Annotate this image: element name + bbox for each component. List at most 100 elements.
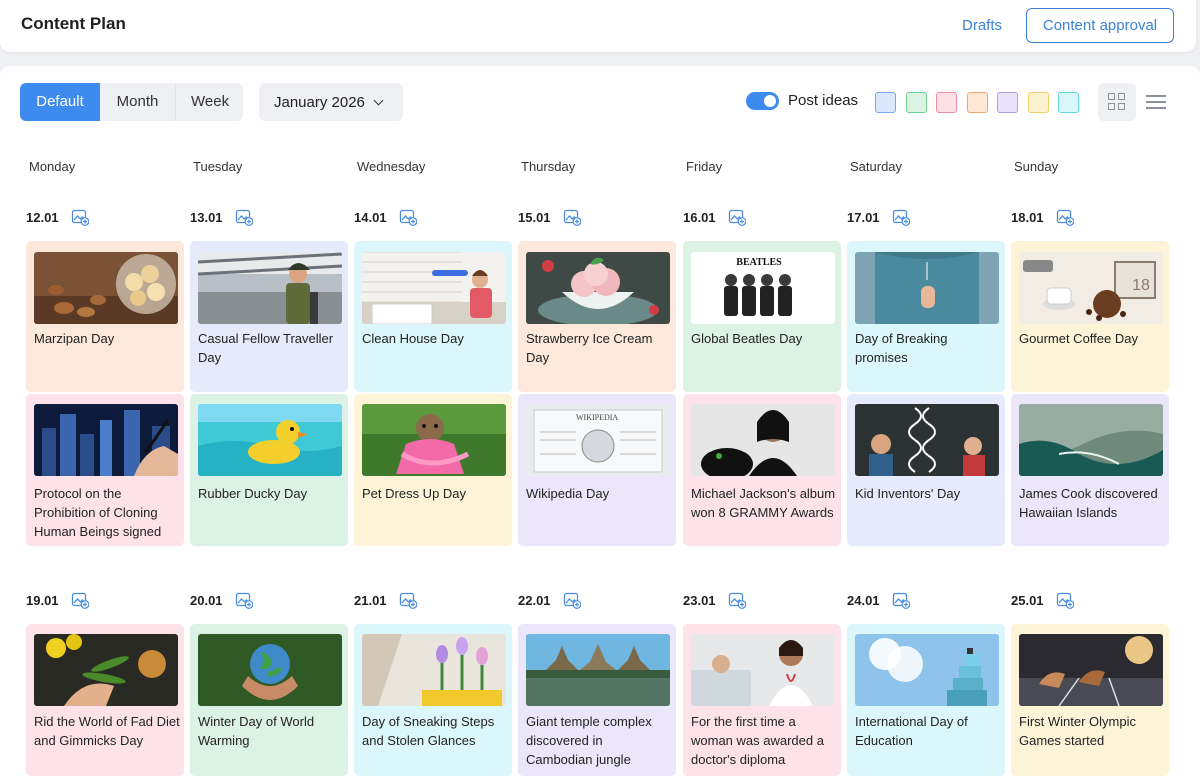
view-week-button[interactable]: Week xyxy=(176,83,243,121)
add-post-image-icon[interactable] xyxy=(399,591,418,609)
dressed-dog-photo xyxy=(362,404,506,476)
color-filter-swatch[interactable] xyxy=(1058,92,1079,113)
view-default-button[interactable]: Default xyxy=(20,83,100,121)
post-idea-card[interactable]: First Winter Olympic Games started xyxy=(1011,624,1169,776)
svg-text:WIKIPEDIA: WIKIPEDIA xyxy=(576,413,618,422)
marzipan-photo xyxy=(34,252,178,324)
post-idea-card[interactable]: Strawberry Ice Cream Day xyxy=(518,241,676,392)
color-filter-swatch[interactable] xyxy=(966,92,988,113)
healthy-food-photo xyxy=(34,634,178,706)
add-post-image-icon[interactable] xyxy=(728,208,747,226)
toggle-knob xyxy=(764,95,776,107)
add-post-image-icon[interactable] xyxy=(235,591,254,609)
date-label: 17.01 xyxy=(847,210,880,225)
date-label: 18.01 xyxy=(1011,210,1044,225)
globe-hands-photo xyxy=(198,634,342,706)
post-idea-card[interactable]: BEATLES Global Beatles Day xyxy=(683,241,841,392)
month-selector[interactable]: January 2026 xyxy=(259,83,403,121)
angkor-temple-photo xyxy=(526,634,670,706)
color-filter-swatch[interactable] xyxy=(997,92,1018,113)
date-label: 23.01 xyxy=(683,593,716,608)
list-view-button[interactable] xyxy=(1144,93,1168,111)
view-switcher: Default Month Week xyxy=(20,83,243,121)
post-idea-title: Michael Jackson's album won 8 GRAMMY Awa… xyxy=(691,486,836,520)
post-ideas-label: Post ideas xyxy=(788,92,859,109)
post-idea-title: Rid the World of Fad Diet and Gimmicks D… xyxy=(34,714,180,748)
post-idea-card[interactable]: Day of Breaking promises xyxy=(847,241,1005,392)
color-filter-swatch[interactable] xyxy=(1027,92,1049,113)
content-approval-button[interactable]: Content approval xyxy=(1026,8,1174,43)
grid-view-button[interactable] xyxy=(1098,83,1136,121)
post-idea-card[interactable]: Clean House Day xyxy=(354,241,512,392)
date-label: 20.01 xyxy=(190,593,223,608)
add-post-image-icon[interactable] xyxy=(71,591,90,609)
beatles-photo: BEATLES xyxy=(691,252,835,324)
date-label: 22.01 xyxy=(518,593,551,608)
date-label: 16.01 xyxy=(683,210,716,225)
add-post-image-icon[interactable] xyxy=(399,208,418,226)
day-name-monday: Monday xyxy=(29,159,76,174)
add-post-image-icon[interactable] xyxy=(892,591,911,609)
month-selector-label: January 2026 xyxy=(274,93,365,111)
color-filter-swatch[interactable] xyxy=(875,92,896,113)
add-post-image-icon[interactable] xyxy=(1056,591,1075,609)
day-name-sunday: Sunday xyxy=(1014,159,1059,174)
cleaning-photo xyxy=(362,252,506,324)
post-idea-card[interactable]: Winter Day of World Warming xyxy=(190,624,348,776)
date-label: 19.01 xyxy=(26,593,59,608)
post-idea-title: First Winter Olympic Games started xyxy=(1019,714,1136,748)
post-idea-card[interactable]: Casual Fellow Traveller Day xyxy=(190,241,348,392)
post-idea-card[interactable]: WIKIPEDIA Wikipedia Day xyxy=(518,394,676,546)
drafts-link[interactable]: Drafts xyxy=(962,17,1002,34)
add-post-image-icon[interactable] xyxy=(728,591,747,609)
date-label: 14.01 xyxy=(354,210,387,225)
post-idea-title: For the first time a woman was awarded a… xyxy=(691,714,824,767)
post-idea-title: Marzipan Day xyxy=(34,331,115,346)
add-post-image-icon[interactable] xyxy=(1056,208,1075,226)
sprinters-photo xyxy=(1019,634,1163,706)
add-post-image-icon[interactable] xyxy=(235,208,254,226)
day-name-tuesday: Tuesday xyxy=(193,159,243,174)
post-idea-title: Gourmet Coffee Day xyxy=(1019,331,1138,346)
day-name-thursday: Thursday xyxy=(521,159,576,174)
post-idea-card[interactable]: Michael Jackson's album won 8 GRAMMY Awa… xyxy=(683,394,841,546)
add-post-image-icon[interactable] xyxy=(563,208,582,226)
post-idea-title: International Day of Education xyxy=(855,714,968,748)
post-idea-card[interactable]: Protocol on the Prohibition of Cloning H… xyxy=(26,394,184,546)
post-idea-card[interactable]: For the first time a woman was awarded a… xyxy=(683,624,841,776)
view-month-button[interactable]: Month xyxy=(100,83,176,121)
rubber-duck-photo xyxy=(198,404,342,476)
post-idea-card[interactable]: 18 Gourmet Coffee Day xyxy=(1011,241,1169,392)
post-idea-title: Wikipedia Day xyxy=(526,486,610,501)
wikipedia-photo: WIKIPEDIA xyxy=(526,404,670,476)
flowers-window-photo xyxy=(362,634,506,706)
color-filter-swatch[interactable] xyxy=(905,92,927,113)
color-filter-swatch[interactable] xyxy=(936,92,957,113)
post-idea-title: Kid Inventors' Day xyxy=(855,486,961,501)
post-idea-card[interactable]: Pet Dress Up Day xyxy=(354,394,512,546)
post-idea-card[interactable]: James Cook discovered Hawaiian Islands xyxy=(1011,394,1169,546)
post-idea-title: Strawberry Ice Cream Day xyxy=(526,331,653,365)
post-idea-card[interactable]: Marzipan Day xyxy=(26,241,184,392)
day-name-wednesday: Wednesday xyxy=(357,159,426,174)
date-label: 24.01 xyxy=(847,593,880,608)
post-idea-card[interactable]: International Day of Education xyxy=(847,624,1005,776)
post-idea-card[interactable]: Rubber Ducky Day xyxy=(190,394,348,546)
post-idea-card[interactable]: Day of Sneaking Steps and Stolen Glances xyxy=(354,624,512,776)
post-ideas-toggle[interactable] xyxy=(746,92,779,110)
city-signing-photo xyxy=(34,404,178,476)
add-post-image-icon[interactable] xyxy=(892,208,911,226)
date-label: 25.01 xyxy=(1011,593,1044,608)
hawaii-coast-photo xyxy=(1019,404,1163,476)
header-bar: Content Plan Drafts Content approval xyxy=(0,0,1196,52)
post-idea-title: Protocol on the Prohibition of Cloning H… xyxy=(34,486,162,539)
post-idea-title: Rubber Ducky Day xyxy=(198,486,308,501)
doctor-photo xyxy=(691,634,835,706)
add-post-image-icon[interactable] xyxy=(563,591,582,609)
post-idea-card[interactable]: Rid the World of Fad Diet and Gimmicks D… xyxy=(26,624,184,776)
post-idea-card[interactable]: Kid Inventors' Day xyxy=(847,394,1005,546)
post-idea-title: James Cook discovered Hawaiian Islands xyxy=(1019,486,1158,520)
post-idea-card[interactable]: Giant temple complex discovered in Cambo… xyxy=(518,624,676,776)
add-post-image-icon[interactable] xyxy=(71,208,90,226)
date-label: 15.01 xyxy=(518,210,551,225)
